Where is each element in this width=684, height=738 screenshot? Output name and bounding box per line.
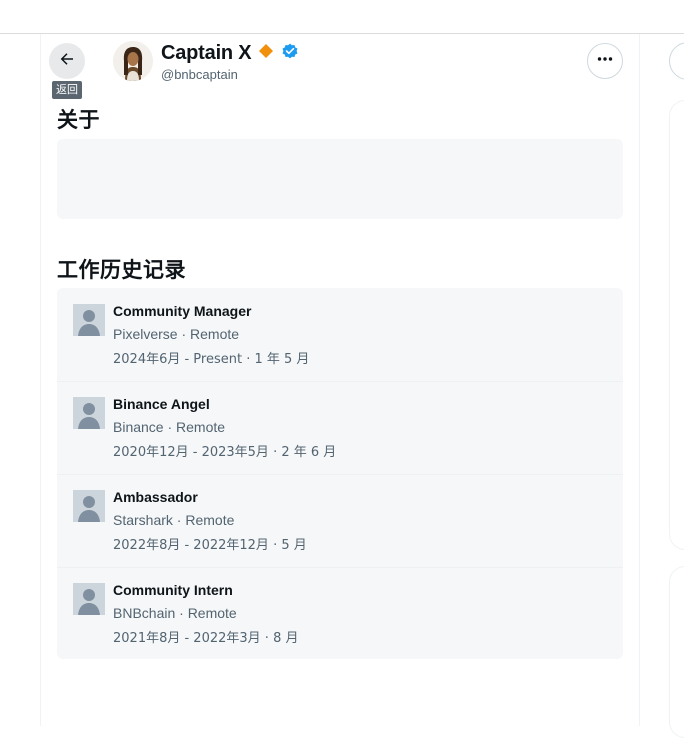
avatar[interactable]: [113, 41, 153, 81]
company-logo-placeholder-icon: [73, 304, 105, 336]
job-dates: 2021年8月 - 2022年3月 · 8 月: [113, 631, 299, 646]
job-dates: 2022年8月 - 2022年12月 · 5 月: [113, 538, 307, 553]
about-content-box: [57, 139, 623, 219]
browser-top-bar: [0, 0, 684, 34]
handle: @bnbcaptain: [161, 67, 238, 82]
job-company: Starshark · Remote: [113, 512, 235, 528]
job-company: Pixelverse · Remote: [113, 326, 240, 342]
job-title: Community Manager: [113, 303, 252, 319]
back-button[interactable]: [49, 43, 85, 79]
back-tooltip: 返回: [52, 81, 82, 99]
company-logo-placeholder-icon: [73, 490, 105, 522]
display-name: Captain X: [161, 41, 252, 64]
sidebar-partial-card-2: [669, 566, 684, 738]
job-company: Binance · Remote: [113, 419, 226, 435]
company-logo-placeholder-icon: [73, 583, 105, 615]
company-logo-placeholder-icon: [73, 397, 105, 429]
about-title: 关于: [57, 108, 100, 132]
arrow-left-icon: [58, 50, 76, 73]
job-dates: 2020年12月 - 2023年5月 · 2 年 6 月: [113, 445, 337, 460]
job-company: BNBchain · Remote: [113, 605, 237, 621]
job-item[interactable]: Binance Angel Binance · Remote 2020年12月 …: [57, 381, 623, 475]
job-title: Binance Angel: [113, 396, 210, 412]
job-item[interactable]: Ambassador Starshark · Remote 2022年8月 - …: [57, 474, 623, 568]
diamond-badge-icon: [259, 43, 274, 63]
job-title: Community Intern: [113, 582, 233, 598]
sidebar-partial-button[interactable]: [669, 42, 684, 80]
work-history-title: 工作历史记录: [57, 258, 186, 282]
name-row: Captain X: [161, 40, 299, 66]
job-item[interactable]: Community Manager Pixelverse · Remote 20…: [57, 288, 623, 382]
sidebar-partial-card: [669, 100, 684, 550]
job-title: Ambassador: [113, 489, 198, 505]
job-item[interactable]: Community Intern BNBchain · Remote 2021年…: [57, 567, 623, 659]
more-options-button[interactable]: [587, 43, 623, 79]
verified-badge-icon[interactable]: [281, 42, 299, 65]
more-dots-icon: [596, 50, 614, 73]
job-dates: 2024年6月 - Present · 1 年 5 月: [113, 352, 310, 367]
work-history-list: Community Manager Pixelverse · Remote 20…: [57, 288, 623, 659]
